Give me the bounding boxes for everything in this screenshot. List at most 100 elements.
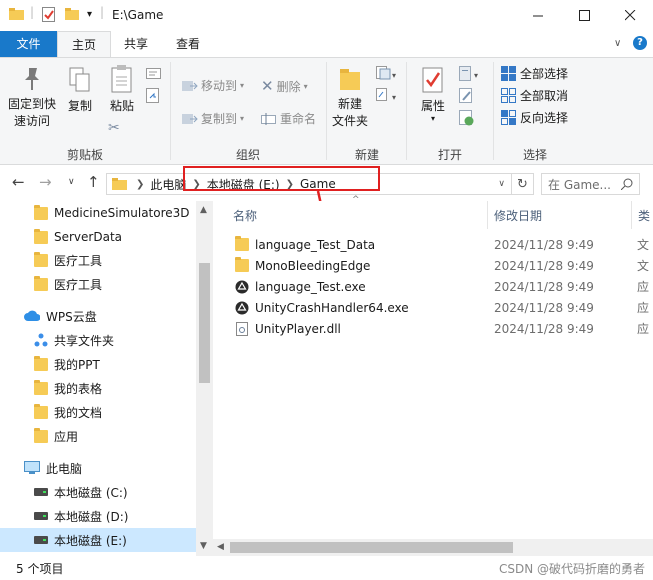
select-group-label: 选择 bbox=[522, 148, 547, 162]
scrollbar-thumb[interactable] bbox=[199, 263, 210, 383]
file-type: 文 bbox=[637, 259, 650, 273]
nav-item-folder[interactable]: 应用 bbox=[0, 424, 196, 448]
rename-button[interactable]: 重命名 bbox=[261, 110, 316, 127]
nav-item-wps-cloud[interactable]: WPS云盘 bbox=[0, 304, 196, 328]
folder-icon bbox=[34, 228, 48, 244]
search-input[interactable]: 在 Game... bbox=[541, 173, 640, 195]
new-item-icon[interactable]: ▾ bbox=[376, 66, 398, 83]
search-icon bbox=[621, 178, 633, 190]
group-separator bbox=[170, 62, 171, 160]
edit-icon[interactable] bbox=[459, 88, 475, 107]
address-dropdown-icon[interactable]: ∨ bbox=[498, 179, 505, 189]
pin-quick-access-button[interactable]: 固定到快 速访问 bbox=[6, 66, 58, 129]
computer-icon bbox=[24, 461, 40, 474]
scroll-up-icon[interactable]: ▲ bbox=[200, 205, 207, 215]
tab-file[interactable]: 文件 bbox=[0, 31, 57, 57]
maximize-button[interactable] bbox=[561, 0, 607, 31]
nav-pane-scrollbar[interactable]: ▲ ▼ bbox=[196, 201, 213, 556]
nav-item-folder[interactable]: 医疗工具 bbox=[0, 248, 196, 272]
file-row[interactable]: language_Test_Data 2024/11/28 9:49 文 bbox=[233, 234, 653, 255]
paste-label: 粘贴 bbox=[109, 99, 134, 113]
invert-selection-icon bbox=[501, 109, 516, 125]
history-icon[interactable] bbox=[459, 110, 475, 129]
nav-item-drive[interactable]: 本地磁盘 (D:) bbox=[0, 504, 196, 528]
nav-item-folder[interactable]: ServerData bbox=[0, 225, 196, 249]
nav-item-folder[interactable]: 我的表格 bbox=[0, 376, 196, 400]
scroll-left-icon[interactable]: ◀ bbox=[217, 542, 224, 552]
cut-icon[interactable]: ✂ bbox=[108, 120, 120, 136]
nav-item-folder[interactable]: 我的文档 bbox=[0, 400, 196, 424]
nav-item-shared-folder[interactable]: 共享文件夹 bbox=[0, 328, 196, 352]
properties-button[interactable]: 属性 ▾ bbox=[416, 66, 450, 123]
nav-item-drive[interactable]: 本地磁盘 (C:) bbox=[0, 480, 196, 504]
nav-item-label: 应用 bbox=[54, 429, 79, 444]
file-row[interactable]: MonoBleedingEdge 2024/11/28 9:49 文 bbox=[233, 255, 653, 276]
customize-toolbar-icon[interactable]: ▾ bbox=[87, 9, 92, 20]
file-row[interactable]: UnityCrashHandler64.exe 2024/11/28 9:49 … bbox=[233, 297, 653, 318]
delete-label: 删除 bbox=[276, 79, 301, 94]
pin-label-line2: 速访问 bbox=[13, 114, 50, 128]
recent-locations-icon[interactable]: ∨ bbox=[68, 177, 75, 187]
tab-home[interactable]: 主页 bbox=[57, 31, 111, 58]
clipboard-group-label: 剪贴板 bbox=[66, 148, 103, 162]
forward-arrow-icon[interactable]: → bbox=[39, 173, 52, 191]
tab-share[interactable]: 共享 bbox=[112, 31, 160, 57]
nav-item-this-pc[interactable]: 此电脑 bbox=[0, 456, 196, 480]
minimize-button[interactable] bbox=[515, 0, 561, 31]
column-header-date[interactable]: 修改日期 bbox=[494, 201, 542, 229]
search-placeholder: 在 Game... bbox=[548, 177, 611, 192]
scroll-down-icon[interactable]: ▼ bbox=[200, 541, 207, 551]
chevron-down-icon[interactable]: ∨ bbox=[614, 38, 621, 49]
folder-icon bbox=[34, 204, 48, 220]
clipboard-icon bbox=[111, 65, 132, 93]
back-arrow-icon[interactable]: ← bbox=[12, 173, 25, 191]
copy-path-icon[interactable] bbox=[146, 68, 162, 83]
file-type: 应 bbox=[637, 280, 650, 294]
new-folder-icon bbox=[340, 69, 360, 90]
refresh-button[interactable]: ↻ bbox=[512, 173, 534, 195]
properties-icon[interactable] bbox=[42, 7, 56, 26]
nav-item-folder[interactable]: MedicineSimulatore3D bbox=[0, 201, 196, 225]
tab-view[interactable]: 查看 bbox=[162, 31, 214, 57]
copy-to-button[interactable]: 复制到 ▾ bbox=[182, 110, 244, 127]
invert-selection-label: 反向选择 bbox=[520, 111, 569, 125]
breadcrumb-this-pc[interactable]: 此电脑 bbox=[150, 176, 186, 193]
easy-access-icon[interactable]: ▾ bbox=[376, 88, 398, 105]
nav-item-drive-selected[interactable]: 本地磁盘 (E:) bbox=[0, 528, 196, 552]
column-header-name[interactable]: 名称 bbox=[233, 201, 257, 229]
close-button[interactable] bbox=[607, 0, 653, 31]
invert-selection-button[interactable]: 反向选择 bbox=[501, 109, 568, 126]
up-arrow-icon[interactable]: ↑ bbox=[87, 173, 100, 191]
file-list-horizontal-scrollbar[interactable]: ◀ bbox=[213, 539, 653, 556]
select-all-button[interactable]: 全部选择 bbox=[501, 65, 568, 82]
drive-icon bbox=[34, 536, 48, 544]
nav-item-label: 本地磁盘 (C:) bbox=[54, 485, 128, 500]
paste-shortcut-icon[interactable] bbox=[146, 88, 160, 107]
copy-to-label: 复制到 bbox=[201, 112, 238, 126]
move-to-button[interactable]: 移动到 ▾ bbox=[182, 77, 244, 94]
nav-item-folder[interactable]: 我的PPT bbox=[0, 352, 196, 376]
column-divider[interactable] bbox=[487, 201, 488, 229]
organize-group-label: 组织 bbox=[235, 148, 260, 162]
select-all-icon bbox=[501, 65, 516, 81]
column-header-type[interactable]: 类 bbox=[638, 201, 650, 229]
rename-label: 重命名 bbox=[280, 112, 317, 126]
select-none-button[interactable]: 全部取消 bbox=[501, 87, 568, 104]
file-row[interactable]: language_Test.exe 2024/11/28 9:49 应 bbox=[233, 276, 653, 297]
column-divider[interactable] bbox=[631, 201, 632, 229]
file-type: 文 bbox=[637, 238, 650, 252]
help-icon[interactable]: ? bbox=[633, 36, 647, 50]
copy-button[interactable]: 复制 bbox=[62, 66, 98, 114]
new-folder-button[interactable]: 新建 文件夹 bbox=[329, 66, 371, 129]
scrollbar-thumb[interactable] bbox=[230, 542, 513, 553]
nav-item-folder[interactable]: 医疗工具 bbox=[0, 272, 196, 296]
file-row[interactable]: UnityPlayer.dll 2024/11/28 9:49 应 bbox=[233, 318, 653, 339]
qa-divider: | bbox=[100, 5, 105, 19]
open-icon[interactable]: ▾ bbox=[459, 66, 481, 85]
folder-icon bbox=[235, 236, 249, 251]
delete-button[interactable]: ✕ 删除 ▾ bbox=[261, 77, 308, 95]
cloud-icon bbox=[24, 310, 40, 321]
new-folder-icon[interactable] bbox=[65, 7, 81, 24]
ribbon: 固定到快 速访问 复制 粘贴 ✂ 剪贴板 移动到 ▾ 复制到 ▾ ✕ 删除 ▾ 重命名… bbox=[0, 57, 653, 165]
paste-button[interactable]: 粘贴 bbox=[104, 64, 140, 114]
